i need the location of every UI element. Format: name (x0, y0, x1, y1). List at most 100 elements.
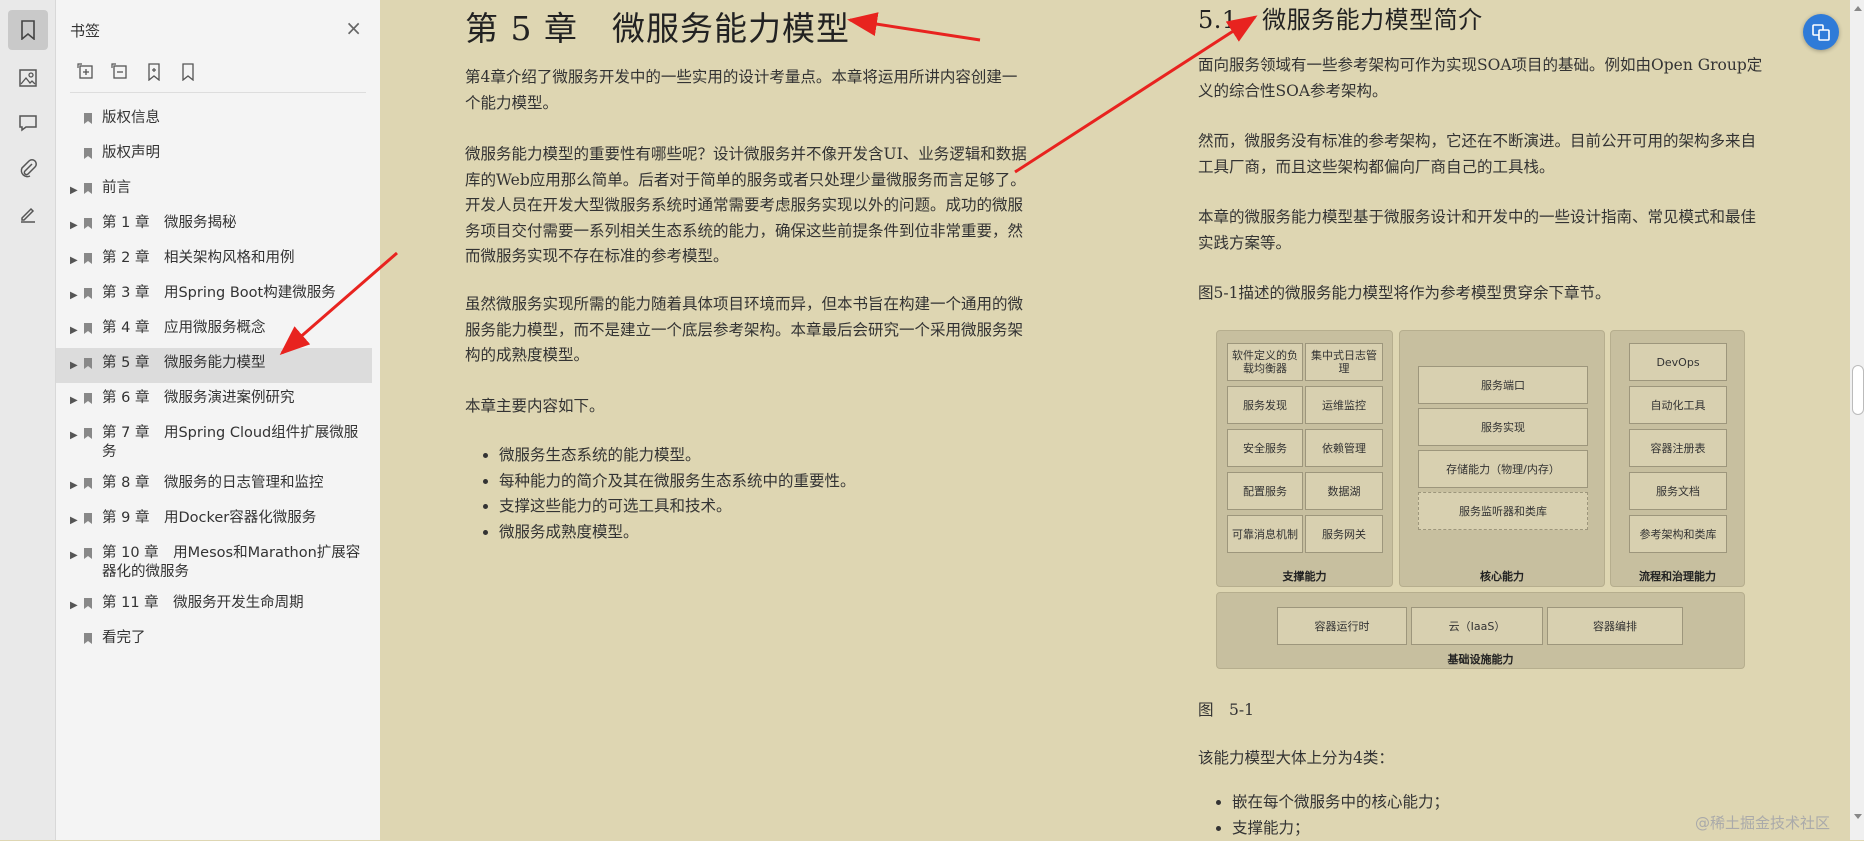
bookmark-label: 第 10 章 用Mesos和Marathon扩展容器化的微服务 (102, 544, 366, 582)
bookmark-item[interactable]: ▶ 第 8 章 微服务的日志管理和监控 (56, 468, 380, 503)
bookmark-label: 第 3 章 用Spring Boot构建微服务 (102, 284, 366, 303)
chapter-title: 第 5 章 微服务能力模型 (465, 0, 1025, 50)
list-item: 支撑能力； (1232, 816, 1449, 841)
bookmark-item[interactable]: ▶ 第 3 章 用Spring Boot构建微服务 (56, 278, 380, 313)
bookmark-label: 第 11 章 微服务开发生命周期 (102, 594, 366, 613)
scroll-up-icon[interactable] (1854, 6, 1862, 11)
section-title: 5.1 微服务能力模型简介 (1198, 0, 1483, 35)
bookmark-label: 第 4 章 应用微服务概念 (102, 319, 366, 338)
scrollbar-thumb[interactable] (1852, 365, 1864, 415)
core-cell: 服务端口 (1418, 366, 1588, 404)
support-label: 支撑能力 (1217, 568, 1392, 584)
expand-caret-icon[interactable]: ▶ (70, 321, 78, 340)
expand-caret-icon[interactable]: ▶ (70, 286, 78, 305)
collapse-all-icon[interactable] (110, 62, 130, 82)
bookmark-item[interactable]: ▶第 2 章 相关架构风格和用例 (56, 243, 380, 278)
bullet-list: 嵌在每个微服务中的核心能力； 支撑能力； (1198, 790, 1449, 841)
process-cell: 自动化工具 (1629, 386, 1727, 424)
watermark: @稀土掘金技术社区 (1695, 812, 1830, 833)
core-cell: 服务监听器和类库 (1418, 492, 1588, 530)
bookmark-icon[interactable] (178, 62, 198, 82)
bullet-list: 微服务生态系统的能力模型。 每种能力的简介及其在微服务生态系统中的重要性。 支撑… (465, 443, 856, 545)
expand-caret-icon[interactable]: ▶ (70, 511, 78, 530)
expand-caret-icon[interactable]: ▶ (70, 216, 78, 235)
bookmark-item[interactable]: 看完了 (56, 623, 380, 658)
process-panel: DevOps 自动化工具 容器注册表 服务文档 参考架构和类库 流程和治理能力 (1610, 330, 1745, 587)
bookmark-icon (83, 252, 93, 265)
bookmark-icon (83, 322, 93, 335)
document-view[interactable]: 第 5 章 微服务能力模型 第4章介绍了微服务开发中的一些实用的设计考量点。本章… (380, 0, 1850, 840)
expand-caret-icon[interactable]: ▶ (70, 181, 78, 200)
process-cell: 服务文档 (1629, 472, 1727, 510)
process-cell: 参考架构和类库 (1629, 515, 1727, 553)
add-bookmark-icon[interactable] (144, 62, 164, 82)
bookmark-icon (83, 147, 93, 160)
bookmark-list: 版权信息版权声明▶前言▶第 1 章 微服务揭秘▶第 2 章 相关架构风格和用例▶… (56, 103, 380, 658)
translate-icon (1811, 22, 1831, 42)
support-panel: 软件定义的负载均衡器 集中式日志管理 服务发现 运维监控 安全服务 依赖管理 配… (1216, 330, 1393, 587)
attachment-icon[interactable] (8, 148, 48, 188)
side-icon-bar (0, 0, 56, 840)
bookmark-icon (83, 512, 93, 525)
support-cell: 软件定义的负载均衡器 (1227, 343, 1303, 381)
core-label: 核心能力 (1400, 568, 1604, 584)
paragraph: 面向服务领域有一些参考架构可作为实现SOA项目的基础。例如由Open Group… (1198, 53, 1768, 104)
paragraph: 虽然微服务实现所需的能力随着具体项目环境而异，但本书旨在构建一个通用的微服务能力… (465, 292, 1030, 369)
bookmark-icon (83, 547, 93, 560)
bookmark-icon (83, 287, 93, 300)
figure-caption: 图 5-1 (1198, 698, 1254, 720)
close-icon[interactable]: × (345, 18, 362, 38)
bookmark-label: 第 8 章 微服务的日志管理和监控 (102, 474, 366, 493)
bookmark-item[interactable]: ▶ 第 7 章 用Spring Cloud组件扩展微服务 (56, 418, 380, 468)
bookmark-icon (83, 597, 93, 610)
bookmark-label: 第 5 章 微服务能力模型 (102, 354, 358, 373)
sidebar-title: 书签 (70, 20, 100, 41)
bookmark-icon (83, 357, 93, 370)
vertical-scrollbar[interactable] (1850, 0, 1864, 840)
expand-caret-icon[interactable]: ▶ (70, 356, 78, 375)
left-page: 第 5 章 微服务能力模型 第4章介绍了微服务开发中的一些实用的设计考量点。本章… (465, 0, 1025, 50)
bookmark-item[interactable]: ▶ 第 4 章 应用微服务概念 (56, 313, 380, 348)
bookmark-label: 第 7 章 用Spring Cloud组件扩展微服务 (102, 424, 366, 462)
list-item: 每种能力的简介及其在微服务生态系统中的重要性。 (499, 469, 856, 495)
comment-icon[interactable] (8, 103, 48, 143)
bookmark-label: 看完了 (102, 629, 366, 648)
bookmark-panel-icon[interactable] (8, 10, 48, 50)
image-thumbnail-icon[interactable] (8, 58, 48, 98)
expand-caret-icon[interactable]: ▶ (70, 251, 78, 270)
bookmark-label: 前言 (102, 179, 366, 198)
expand-caret-icon[interactable]: ▶ (70, 426, 78, 445)
expand-all-icon[interactable] (76, 62, 96, 82)
support-cell: 配置服务 (1227, 472, 1303, 510)
support-cell: 数据湖 (1305, 472, 1383, 510)
expand-caret-icon[interactable]: ▶ (70, 596, 78, 615)
bookmark-item[interactable]: 版权声明 (56, 138, 380, 173)
infra-cell: 容器编排 (1547, 607, 1683, 645)
translate-float-button[interactable] (1803, 14, 1839, 50)
bookmark-item[interactable]: ▶第 9 章 用Docker容器化微服务 (56, 503, 380, 538)
expand-caret-icon[interactable]: ▶ (70, 546, 78, 565)
bookmark-icon (83, 182, 93, 195)
bookmark-item[interactable]: ▶ 第 10 章 用Mesos和Marathon扩展容器化的微服务 (56, 538, 380, 588)
expand-caret-icon[interactable]: ▶ (70, 391, 78, 410)
list-item: 嵌在每个微服务中的核心能力； (1232, 790, 1449, 816)
support-cell: 安全服务 (1227, 429, 1303, 467)
list-item: 微服务成熟度模型。 (499, 520, 856, 546)
bookmark-label: 版权声明 (102, 144, 366, 163)
signature-icon[interactable] (8, 193, 48, 233)
core-cell: 服务实现 (1418, 408, 1588, 446)
bookmark-item[interactable]: 版权信息 (56, 103, 380, 138)
bookmark-item[interactable]: ▶ 第 11 章 微服务开发生命周期 (56, 588, 380, 623)
sidebar-divider (70, 92, 366, 93)
support-cell: 可靠消息机制 (1227, 515, 1303, 553)
paragraph: 本章主要内容如下。 (465, 394, 1030, 420)
paragraph: 第4章介绍了微服务开发中的一些实用的设计考量点。本章将运用所讲内容创建一个能力模… (465, 65, 1030, 116)
scroll-down-icon[interactable] (1854, 814, 1862, 819)
infra-panel: 容器运行时 云（IaaS） 容器编排 基础设施能力 (1216, 592, 1745, 669)
bookmark-item[interactable]: ▶ 第 5 章 微服务能力模型 (56, 348, 372, 383)
bookmark-item[interactable]: ▶第 1 章 微服务揭秘 (56, 208, 380, 243)
expand-caret-icon[interactable]: ▶ (70, 476, 78, 495)
bookmark-item[interactable]: ▶ 前言 (56, 173, 380, 208)
process-cell: DevOps (1629, 343, 1727, 381)
bookmark-item[interactable]: ▶第 6 章 微服务演进案例研究 (56, 383, 380, 418)
